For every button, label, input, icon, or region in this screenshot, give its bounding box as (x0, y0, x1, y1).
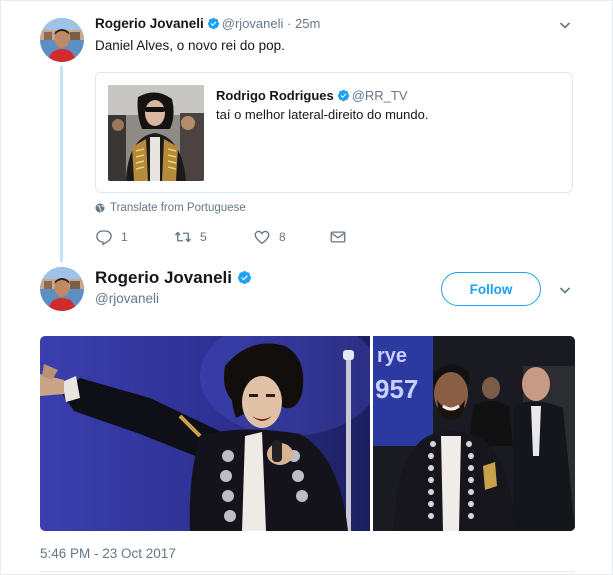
author-handle[interactable]: @rjovaneli (222, 16, 284, 31)
verified-badge-icon (237, 270, 252, 285)
quoted-tweet-header: Rodrigo Rodrigues @RR_TV (216, 87, 408, 105)
tweet-media[interactable]: rye 957 (40, 336, 575, 531)
like-button[interactable]: 8 (253, 228, 329, 246)
avatar[interactable] (40, 18, 84, 62)
globe-icon (95, 203, 105, 213)
tweet-timestamp[interactable]: 5:46 PM - 23 Oct 2017 (40, 546, 176, 561)
retweet-count: 5 (200, 230, 207, 244)
reply-count: 1 (121, 230, 128, 244)
divider (40, 571, 575, 572)
svg-text:rye: rye (377, 345, 407, 367)
tweet-time[interactable]: 25m (295, 16, 320, 31)
envelope-icon (330, 231, 346, 243)
heart-icon (254, 230, 270, 245)
quoted-tweet-image (108, 85, 204, 181)
tweet-actions: 1 5 8 (95, 228, 347, 246)
avatar[interactable] (40, 267, 84, 311)
quoted-tweet-text: taí o melhor lateral-direito do mundo. (216, 107, 429, 122)
verified-badge-icon (337, 89, 349, 102)
thread-connector-line (60, 66, 63, 262)
quoted-tweet-card[interactable]: Rodrigo Rodrigues @RR_TV taí o melhor lat… (95, 72, 573, 193)
chevron-down-icon[interactable] (558, 18, 572, 32)
author-handle[interactable]: @rjovaneli (95, 291, 159, 306)
verified-badge-icon (207, 17, 219, 30)
retweet-button[interactable]: 5 (174, 228, 253, 246)
media-photo-performer[interactable] (40, 336, 370, 531)
follow-button[interactable]: Follow (441, 272, 541, 306)
separator-dot: · (287, 16, 292, 31)
reply-icon (96, 230, 112, 246)
translate-link[interactable]: Translate from Portuguese (95, 202, 246, 214)
author-name-header[interactable]: Rogerio Jovaneli (95, 268, 254, 288)
retweet-icon (174, 231, 192, 243)
author-name[interactable]: Rogerio Jovaneli (95, 16, 204, 31)
svg-text:957: 957 (375, 374, 418, 404)
quoted-author-name: Rodrigo Rodrigues (216, 88, 334, 103)
direct-message-button[interactable] (329, 228, 347, 246)
tweet-text: Daniel Alves, o novo rei do pop. (95, 38, 285, 53)
media-photo-footballer[interactable]: rye 957 (373, 336, 575, 531)
chevron-down-icon[interactable] (558, 283, 572, 297)
translate-label: Translate from Portuguese (110, 202, 246, 214)
reply-button[interactable]: 1 (95, 228, 174, 246)
author-name: Rogerio Jovaneli (95, 268, 232, 287)
tweet-header: Rogerio Jovaneli @rjovaneli · 25m (95, 16, 320, 31)
like-count: 8 (279, 230, 286, 244)
quoted-author-handle: @RR_TV (351, 88, 408, 103)
